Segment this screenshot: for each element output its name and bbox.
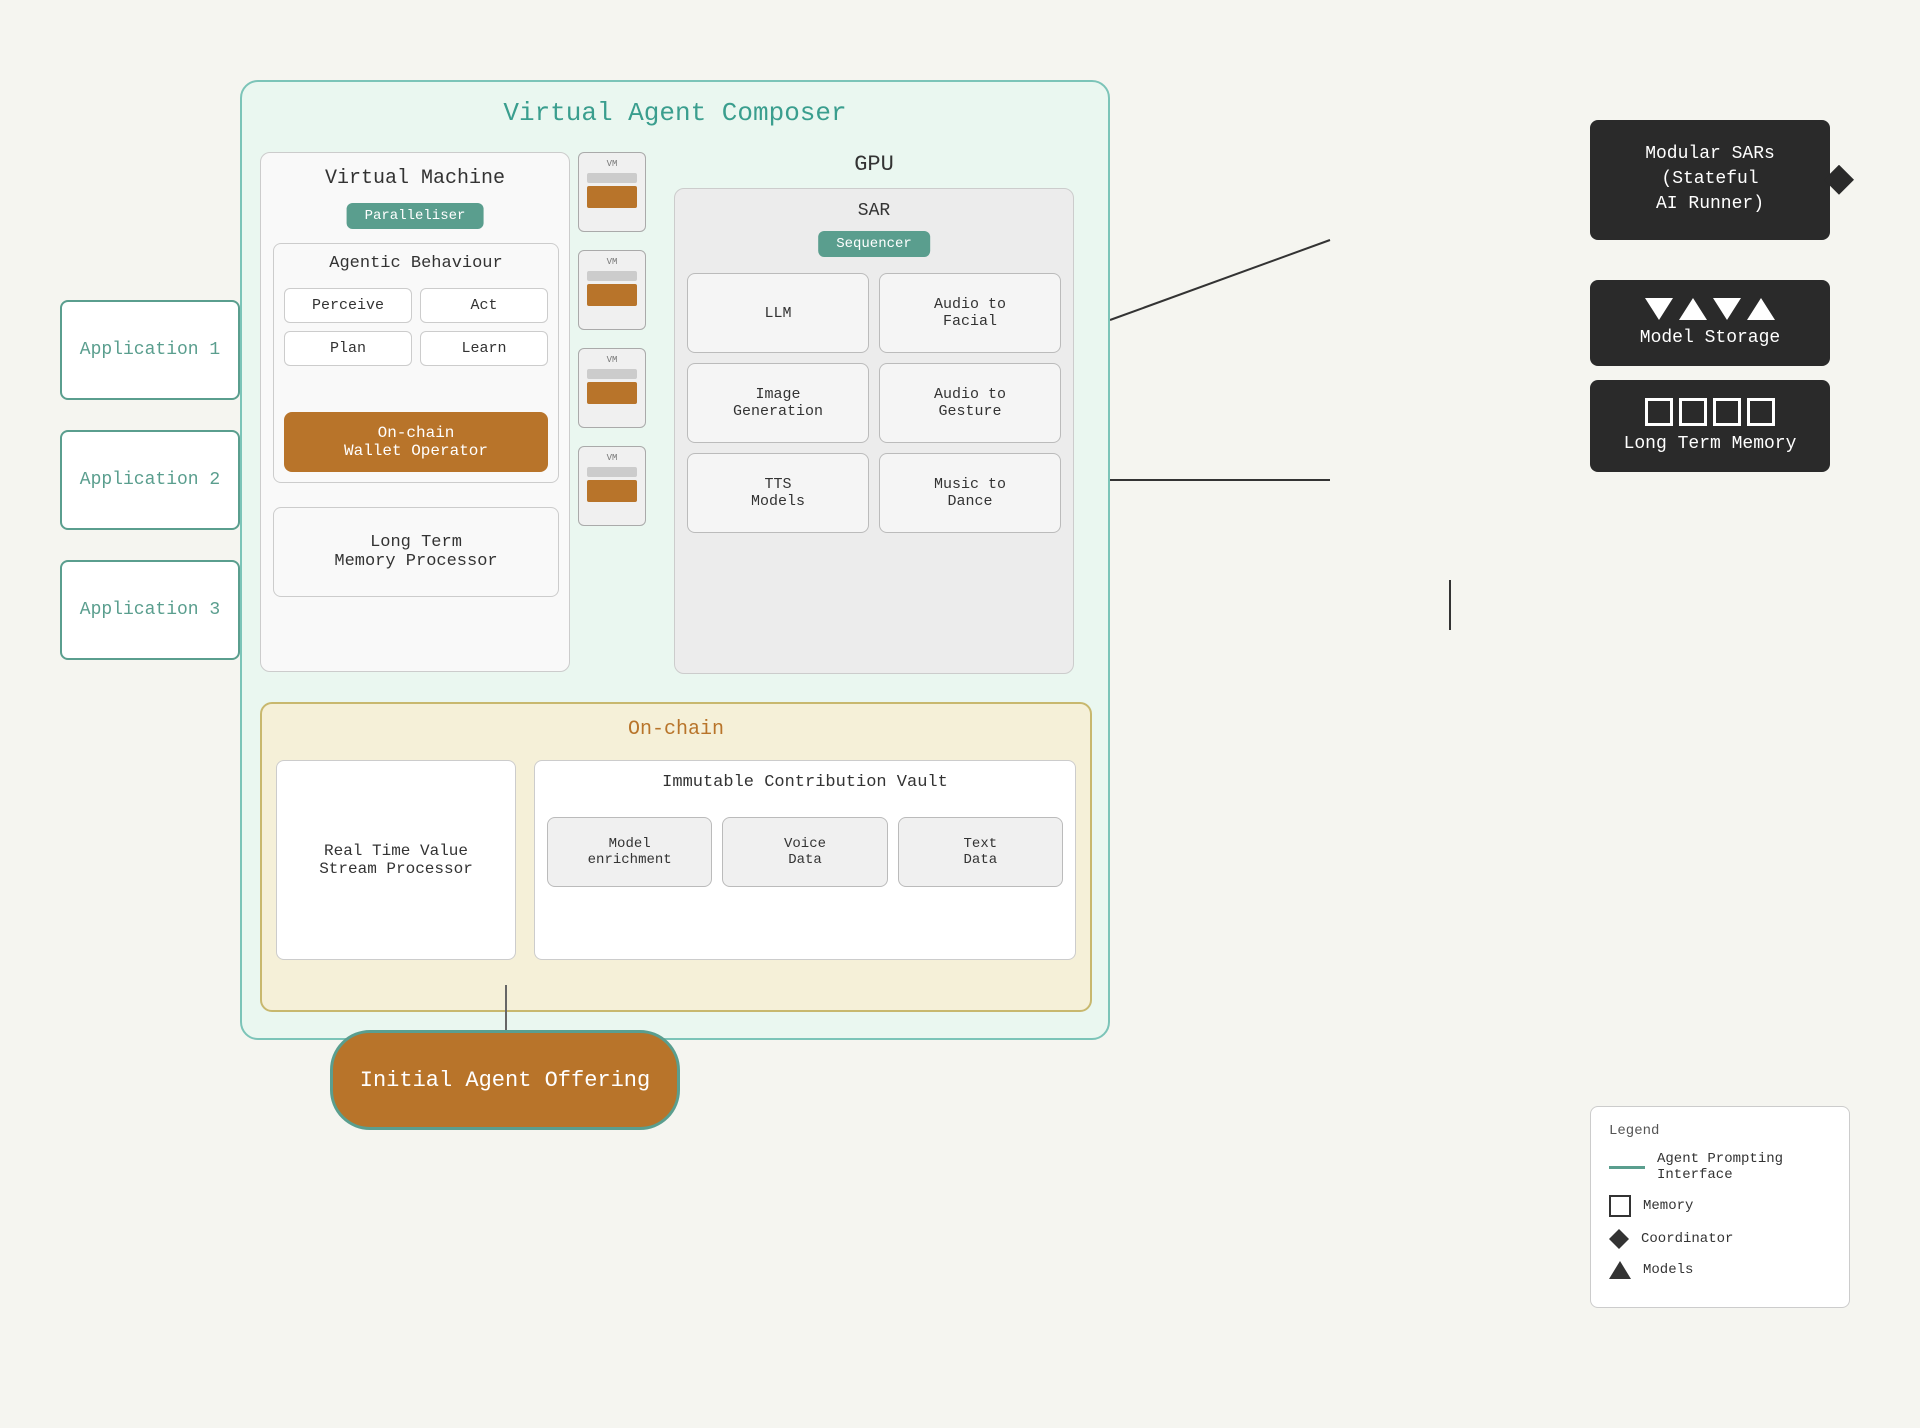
icv-grid: Modelenrichment VoiceData TextData [547,817,1063,887]
vm-cards: VM VM VM VM [578,152,658,544]
rtvsp-box: Real Time ValueStream Processor [276,760,516,960]
vm-card-1-bar2 [587,186,637,208]
memory-square-2-icon [1679,398,1707,426]
vm-card-2-label: VM [607,257,618,267]
sar-cell-image-gen: ImageGeneration [687,363,869,443]
memory-squares-icons [1606,398,1814,426]
sar-cell-llm: LLM [687,273,869,353]
legend-item-line: Agent PromptingInterface [1609,1151,1831,1183]
icv-title: Immutable Contribution Vault [535,773,1075,792]
model-storage-icons [1606,298,1814,320]
triangle-up-2-icon [1747,298,1775,320]
vm-card-2-bar2 [587,284,637,306]
icv-model-enrichment: Modelenrichment [547,817,712,887]
legend-line-icon [1609,1166,1645,1169]
agentic-behaviour-box: Agentic Behaviour Perceive Act Plan Lear… [273,243,559,483]
gpu-title: GPU [674,152,1074,177]
icv-voice-data: VoiceData [722,817,887,887]
ab-learn: Learn [420,331,548,366]
triangle-down-2-icon [1713,298,1741,320]
vm-box: Virtual Machine Paralleliser Agentic Beh… [260,152,570,672]
diagram-container: Application 1 Application 2 Application … [40,40,1880,1388]
sar-box: SAR Sequencer LLM Audio toFacial ImageGe… [674,188,1074,674]
legend-coordinator-label: Coordinator [1641,1231,1733,1247]
iao-title: Initial Agent Offering [360,1068,650,1093]
onchain-box: On-chain Real Time ValueStream Processor… [260,702,1092,1012]
long-term-memory-box: Long Term Memory [1590,380,1830,472]
application-3-box: Application 3 [60,560,240,660]
modular-sars-box: Modular SARs(StatefulAI Runner) [1590,120,1830,240]
sar-cell-audio-facial: Audio toFacial [879,273,1061,353]
sequencer-button[interactable]: Sequencer [818,231,930,257]
sar-cell-music-dance: Music toDance [879,453,1061,533]
ltmp-title: Long TermMemory Processor [334,533,497,571]
vac-title: Virtual Agent Composer [242,98,1108,128]
memory-square-4-icon [1747,398,1775,426]
onchain-title: On-chain [262,718,1090,741]
modular-sars-label: Modular SARs(StatefulAI Runner) [1645,144,1775,214]
application-1-label: Application 1 [80,340,220,360]
model-storage-box: Model Storage [1590,280,1830,366]
right-section: Modular SARs(StatefulAI Runner) Model St… [1590,120,1850,472]
sar-grid: LLM Audio toFacial ImageGeneration Audio… [687,273,1061,533]
legend-line-label: Agent PromptingInterface [1657,1151,1783,1183]
gpu-box: GPU SAR Sequencer LLM Audio toFacial Ima… [674,152,1074,674]
rtvsp-title: Real Time ValueStream Processor [319,842,473,878]
sar-title: SAR [675,201,1073,221]
vm-card-4: VM [578,446,646,526]
agentic-behaviour-grid: Perceive Act Plan Learn [284,288,548,366]
sar-cell-audio-gesture: Audio toGesture [879,363,1061,443]
application-2-box: Application 2 [60,430,240,530]
icv-text-data: TextData [898,817,1063,887]
legend-box: Legend Agent PromptingInterface Memory C… [1590,1106,1850,1308]
ab-act: Act [420,288,548,323]
paralleliser-button[interactable]: Paralleliser [347,203,484,229]
sar-cell-tts: TTSModels [687,453,869,533]
vac-box: Virtual Agent Composer Virtual Machine P… [240,80,1110,1040]
vm-card-2-bar1 [587,271,637,281]
agentic-behaviour-title: Agentic Behaviour [274,254,558,273]
vm-card-4-label: VM [607,453,618,463]
long-term-memory-label: Long Term Memory [1624,434,1797,454]
legend-triangle-icon [1609,1261,1631,1279]
legend-title: Legend [1609,1123,1831,1139]
icv-box: Immutable Contribution Vault Modelenrich… [534,760,1076,960]
vm-card-2: VM [578,250,646,330]
ab-plan: Plan [284,331,412,366]
coordinator-diamond-icon [1824,165,1854,195]
application-1-box: Application 1 [60,300,240,400]
vm-card-3-bar2 [587,382,637,404]
triangle-down-1-icon [1645,298,1673,320]
vm-card-3-label: VM [607,355,618,365]
vm-title: Virtual Machine [261,167,569,190]
vm-card-4-bar1 [587,467,637,477]
ltmp-box: Long TermMemory Processor [273,507,559,597]
vm-card-1: VM [578,152,646,232]
legend-item-memory: Memory [1609,1195,1831,1217]
legend-memory-label: Memory [1643,1198,1693,1214]
legend-item-coordinator: Coordinator [1609,1229,1831,1249]
iao-box: Initial Agent Offering [330,1030,680,1130]
legend-square-icon [1609,1195,1631,1217]
ab-perceive: Perceive [284,288,412,323]
legend-diamond-icon [1609,1229,1629,1249]
legend-item-models: Models [1609,1261,1831,1279]
model-storage-label: Model Storage [1640,328,1780,348]
triangle-up-icon [1679,298,1707,320]
legend-models-label: Models [1643,1262,1693,1278]
application-2-label: Application 2 [80,470,220,490]
vm-card-1-bar1 [587,173,637,183]
application-3-label: Application 3 [80,600,220,620]
vm-card-1-label: VM [607,159,618,169]
on-chain-wallet-operator: On-chainWallet Operator [284,412,548,472]
vm-card-3: VM [578,348,646,428]
vm-card-3-bar1 [587,369,637,379]
memory-square-3-icon [1713,398,1741,426]
memory-square-1-icon [1645,398,1673,426]
vm-card-4-bar2 [587,480,637,502]
